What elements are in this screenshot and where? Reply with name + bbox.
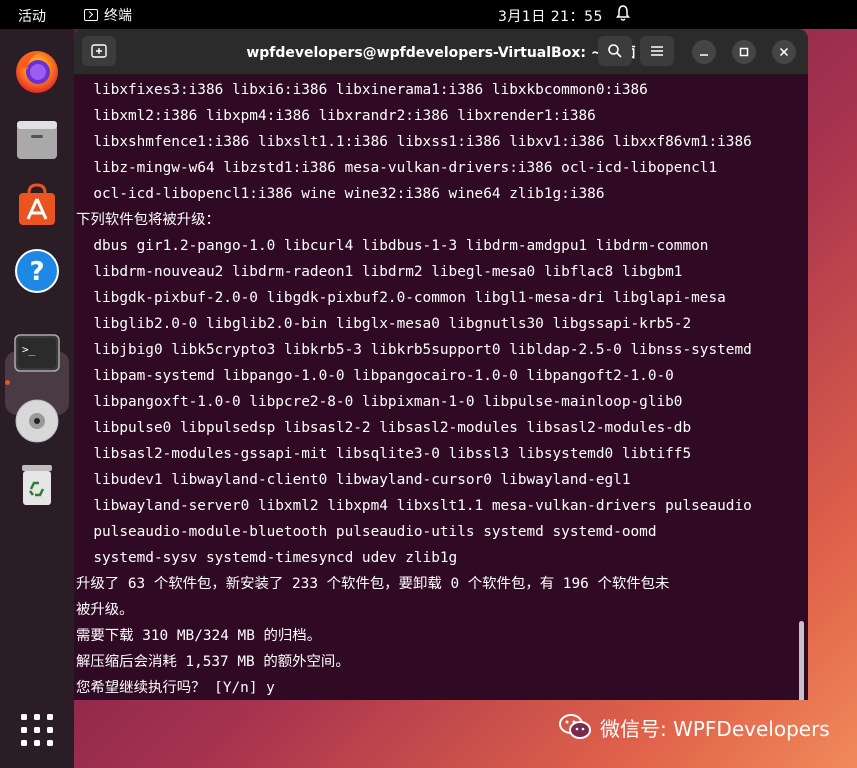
terminal-line: libpulse0 libpulsedsp libsasl2-2 libsasl…	[76, 420, 692, 436]
top-bar: 活动 终端 3月1日 21：55	[0, 0, 857, 29]
help-icon[interactable]: ?	[13, 247, 61, 295]
wechat-icon	[559, 714, 591, 739]
terminal-line: libgdk-pixbuf-2.0-0 libgdk-pixbuf2.0-com…	[76, 290, 726, 306]
terminal-line: libxfixes3:i386 libxi6:i386 libxinerama1…	[76, 82, 648, 98]
window-titlebar[interactable]: wpfdevelopers@wpfdevelopers-VirtualBox: …	[74, 29, 808, 75]
close-button[interactable]	[772, 40, 796, 64]
running-indicator	[5, 380, 10, 385]
notification-bell-icon[interactable]	[616, 4, 630, 26]
search-icon	[608, 44, 622, 58]
terminal-line: systemd-sysv systemd-timesyncd udev zlib…	[76, 550, 458, 566]
terminal-line: dbus gir1.2-pango-1.0 libcurl4 libdbus-1…	[76, 238, 709, 254]
activities-button[interactable]: 活动	[18, 6, 46, 26]
terminal-line: pulseaudio-module-bluetooth pulseaudio-u…	[76, 524, 657, 540]
disc-icon[interactable]	[13, 397, 61, 445]
trash-icon[interactable]	[13, 461, 61, 509]
terminal-line: libwayland-server0 libxml2 libxpm4 libxs…	[76, 498, 752, 514]
terminal-line: 升级了 63 个软件包，新安装了 233 个软件包，要卸载 0 个软件包，有 1…	[76, 576, 670, 592]
terminal-icon	[84, 9, 98, 21]
terminal-line: libjbig0 libk5crypto3 libkrb5-3 libkrb5s…	[76, 342, 752, 358]
terminal-window: wpfdevelopers@wpfdevelopers-VirtualBox: …	[74, 29, 808, 700]
firefox-icon[interactable]	[13, 47, 61, 95]
watermark-text: 微信号: WPFDevelopers	[600, 716, 830, 741]
terminal-line: 您希望继续执行吗？ [Y/n] y	[76, 680, 275, 696]
terminal-line: 被升级。	[76, 602, 134, 618]
menu-button[interactable]	[640, 36, 674, 66]
terminal-line: 需要下载 310 MB/324 MB 的归档。	[76, 628, 322, 644]
terminal-line: libz-mingw-w64 libzstd1:i386 mesa-vulkan…	[76, 160, 718, 176]
dock: ? >_	[0, 29, 74, 768]
app-name: 终端	[104, 8, 132, 24]
terminal-line: libxshmfence1:i386 libxslt1.1:i386 libxs…	[76, 134, 752, 150]
terminal-line: 解压缩后会消耗 1,537 MB 的额外空间。	[76, 654, 350, 670]
maximize-icon	[739, 47, 749, 57]
app-menu[interactable]: 终端	[84, 5, 132, 25]
minimize-icon	[700, 54, 708, 56]
terminal-icon[interactable]: >_	[13, 329, 61, 377]
terminal-line: libpangoxft-1.0-0 libpcre2-8-0 libpixman…	[76, 394, 683, 410]
scrollbar-thumb[interactable]	[799, 621, 804, 700]
hamburger-icon	[651, 46, 663, 56]
svg-text:?: ?	[29, 257, 44, 287]
terminal-line: libdrm-nouveau2 libdrm-radeon1 libdrm2 l…	[76, 264, 683, 280]
search-button[interactable]	[598, 36, 632, 66]
terminal-line: libpam-systemd libpango-1.0-0 libpangoca…	[76, 368, 674, 384]
maximize-button[interactable]	[732, 40, 756, 64]
terminal-line: 下列软件包将被升级：	[76, 212, 220, 228]
terminal-output[interactable]: libxfixes3:i386 libxi6:i386 libxinerama1…	[74, 75, 808, 700]
minimize-button[interactable]	[692, 40, 716, 64]
clock[interactable]: 3月1日 21：55	[498, 6, 603, 26]
terminal-line: libsasl2-modules-gssapi-mit libsqlite3-0…	[76, 446, 692, 462]
files-icon[interactable]	[13, 115, 61, 163]
close-icon	[779, 47, 789, 57]
terminal-line: libglib2.0-0 libglib2.0-bin libglx-mesa0…	[76, 316, 692, 332]
app-center-icon[interactable]	[13, 181, 61, 229]
wechat-watermark: 微信号: WPFDevelopers	[558, 712, 830, 742]
svg-text:>_: >_	[22, 343, 36, 356]
terminal-line: libudev1 libwayland-client0 libwayland-c…	[76, 472, 631, 488]
terminal-line: libxml2:i386 libxpm4:i386 libxrandr2:i38…	[76, 108, 596, 124]
terminal-line: ocl-icd-libopencl1:i386 wine wine32:i386…	[76, 186, 605, 202]
show-apps-grid-icon[interactable]	[19, 712, 55, 748]
